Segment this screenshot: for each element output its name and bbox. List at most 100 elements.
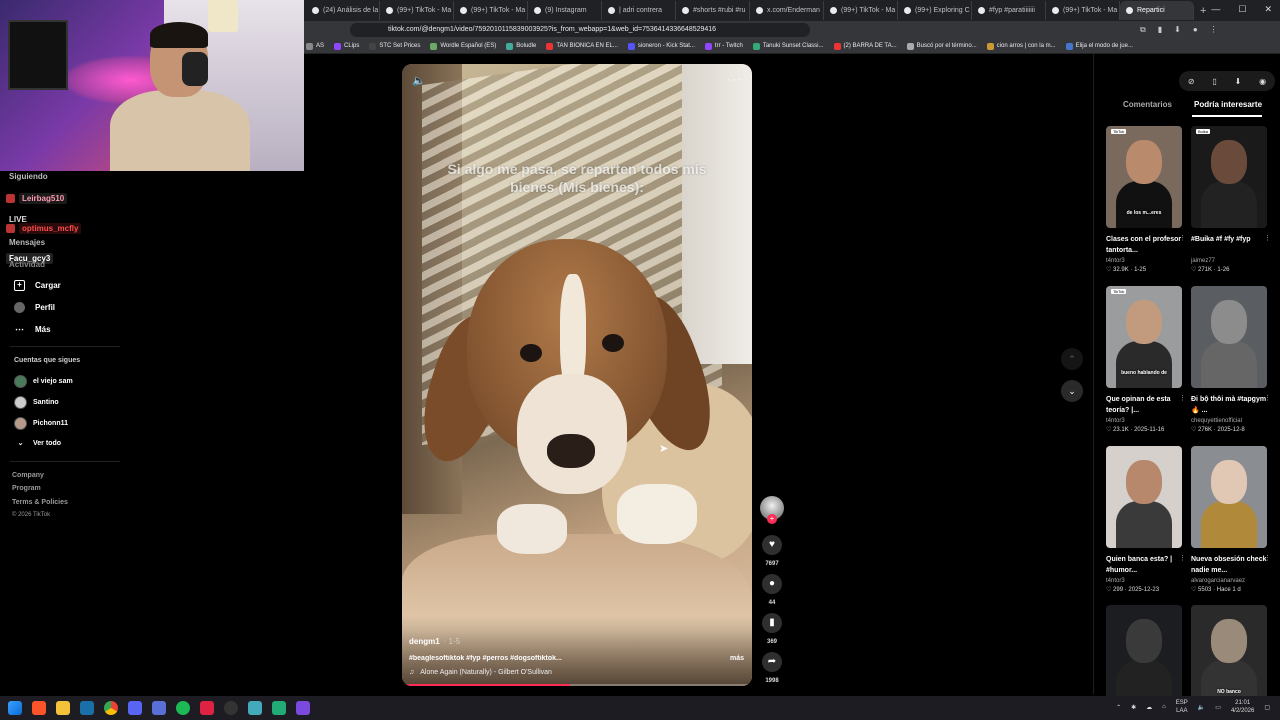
tab-recommended[interactable]: Podría interesarte [1194,100,1262,109]
more-vertical-icon[interactable]: ⋮ [1179,394,1186,402]
see-all-link[interactable]: ⌄ Ver todo [14,439,61,448]
card-author[interactable]: jaimez77 [1191,258,1267,264]
browser-tab[interactable]: (24) Análisis de la [306,1,380,20]
volume-icon[interactable]: 🔈 [1198,704,1205,711]
card-title[interactable]: #Buika #f #fy #fyp [1191,234,1267,256]
more-vertical-icon[interactable]: ⋮ [1264,394,1271,402]
close-icon[interactable]: ✕ [1264,4,1272,15]
browser-tab[interactable]: x.com/Enderman [750,1,824,20]
bookmark-item[interactable]: CLips [334,42,359,50]
previous-video-button[interactable]: ⌃ [1061,348,1083,370]
battery-icon[interactable]: ▭ [1215,704,1221,711]
bookmark-item[interactable]: Buscó por el término... [906,42,977,50]
video-thumbnail[interactable]: TikTok bueno hablando de [1106,286,1182,388]
chrome-icon[interactable] [104,701,118,715]
game-app-icon[interactable] [272,701,286,715]
following-account[interactable]: Santino [14,396,59,409]
video-thumbnail[interactable] [1106,446,1182,548]
spotify-icon[interactable] [176,701,190,715]
recommended-video-card[interactable]: Quien banca esta? | #humor... t4ntor3 ♡ 29… [1106,446,1186,593]
more-vertical-icon[interactable]: ⋮ [1264,554,1271,562]
vpn-icon[interactable] [248,701,262,715]
card-title[interactable]: Quien banca esta? | #humor... [1106,554,1182,576]
video-music[interactable]: ♫ Alone Again (Naturally) - Gilbert O'Su… [409,669,552,676]
nav-item-cargar[interactable]: + Cargar [14,280,61,291]
bookmark-item[interactable]: Wordle Español (ES) [430,42,496,50]
bluetooth-icon[interactable]: ✱ [1131,704,1136,711]
tab-comments[interactable]: Comentarios [1123,100,1172,109]
follow-plus-icon[interactable]: + [767,514,777,524]
new-tab-button[interactable]: + [1200,5,1206,17]
video-thumbnail[interactable] [1191,286,1267,388]
calendar-icon[interactable] [200,701,214,715]
obs-icon[interactable] [224,701,238,715]
card-title[interactable]: Clases con el profesor tantorta... [1106,234,1182,256]
notes-app-icon[interactable] [296,701,310,715]
footer-link-program[interactable]: Program [12,485,41,492]
bookmark-item[interactable]: (2) BARRA DE TA... [833,42,897,50]
chevron-up-icon[interactable]: ⌃ [1116,704,1121,711]
video-thumbnail[interactable] [1191,446,1267,548]
url-field[interactable]: tiktok.com/@dengm1/video/759201011583900… [350,23,810,37]
language-indicator[interactable]: ESP LAA [1176,699,1188,715]
video-thumbnail[interactable]: NO banco [1191,605,1267,707]
browser-tab[interactable]: (9) Instagram [528,1,602,20]
user-avatar-icon[interactable]: ◉ [1259,77,1266,86]
card-author[interactable]: t4ntor3 [1106,418,1182,424]
clock[interactable]: 21:01 4/2/2026 [1231,699,1254,715]
more-options-icon[interactable]: ··· [727,72,742,86]
bookmark-item[interactable]: trr - Twitch [704,42,743,50]
onedrive-icon[interactable]: ☁ [1146,704,1152,711]
video-thumbnail[interactable] [1106,605,1182,707]
more-vertical-icon[interactable]: ⋮ [1179,234,1186,242]
bookmark-item[interactable]: TAN BIONICA EN EL... [546,42,618,50]
block-icon[interactable]: ⊘ [1188,77,1195,86]
browser-tab[interactable]: (99+) TikTok - Ma [454,1,528,20]
nav-item-perfil[interactable]: Perfil [14,302,55,313]
bookmark-item[interactable]: AS [306,42,324,50]
browser-tab[interactable]: #fyp #paratiiiiiii [972,1,1046,20]
video-progress-bar[interactable] [402,684,752,686]
bookmark-item[interactable]: STC Set Prices [369,42,420,50]
browser-tab[interactable]: | adri contrera [602,1,676,20]
bookmark-item[interactable]: Tanuki Sunset Classi... [752,42,824,50]
phone-icon[interactable]: ▯ [1212,77,1216,86]
download-icon[interactable]: ⬇ [1235,77,1242,86]
more-vertical-icon[interactable]: ⋮ [1179,554,1186,562]
sidebar-icon[interactable]: ▮ [1158,25,1162,35]
bookmark-item[interactable]: cion arros | con la m... [986,42,1056,50]
browser-tab[interactable]: #shorts #rubi #ru [676,1,750,20]
footer-link-company[interactable]: Company [12,472,44,479]
minimize-icon[interactable]: — [1211,4,1220,15]
steam-icon[interactable] [80,701,94,715]
recommended-video-card[interactable]: Nueva obsesión check nadie me... alvaroga… [1191,446,1271,593]
browser-tab[interactable]: Repartici [1120,1,1194,20]
recommended-video-card[interactable] [1106,605,1182,707]
recommended-video-card[interactable]: TikTok bueno hablando de Que opinan de est… [1106,286,1186,433]
video-player[interactable]: Si algo me pasa, se reparten todos mis b… [402,64,752,686]
recommended-video-card[interactable]: NO banco [1191,605,1267,707]
browser-tab[interactable]: (99+) Exploring C [898,1,972,20]
network-icon[interactable]: ⌂ [1162,704,1166,710]
author-name[interactable]: dengm1 [409,637,440,646]
more-description-link[interactable]: más [730,655,744,662]
bookmark-item[interactable]: Boludle [506,42,536,50]
browser-tab[interactable]: (99+) TikTok - Ma [824,1,898,20]
card-author[interactable]: alvarogarcianarvaez [1191,578,1267,584]
video-hashtags[interactable]: #beaglesoftiktok #fyp #perros #dogsoftik… [409,655,609,662]
volume-icon[interactable]: 🔈 [412,74,426,87]
card-title[interactable]: Đi bộ thôi mà #tapgym 🔥 ... [1191,394,1267,416]
browser-tab[interactable]: (99+) TikTok - Ma [1046,1,1120,20]
brave-browser-icon[interactable] [32,701,46,715]
browser-tab[interactable]: (99+) TikTok - Ma [380,1,454,20]
extensions-icon[interactable]: ⧉ [1140,25,1146,35]
like-button[interactable]: ♥ [762,535,782,555]
card-title[interactable]: Que opinan de esta teoría? |... [1106,394,1182,416]
recommended-video-card[interactable]: TikTok de los m...eres Clases con el profe… [1106,126,1186,273]
music-title[interactable]: Alone Again (Naturally) - Gilbert O'Sull… [420,669,552,676]
card-author[interactable]: t4ntor3 [1106,258,1182,264]
more-vertical-icon[interactable]: ⋮ [1264,234,1271,242]
windows-start-icon[interactable] [8,701,22,715]
profile-icon[interactable]: ● [1193,25,1198,35]
menu-icon[interactable]: ⋮ [1210,25,1218,35]
